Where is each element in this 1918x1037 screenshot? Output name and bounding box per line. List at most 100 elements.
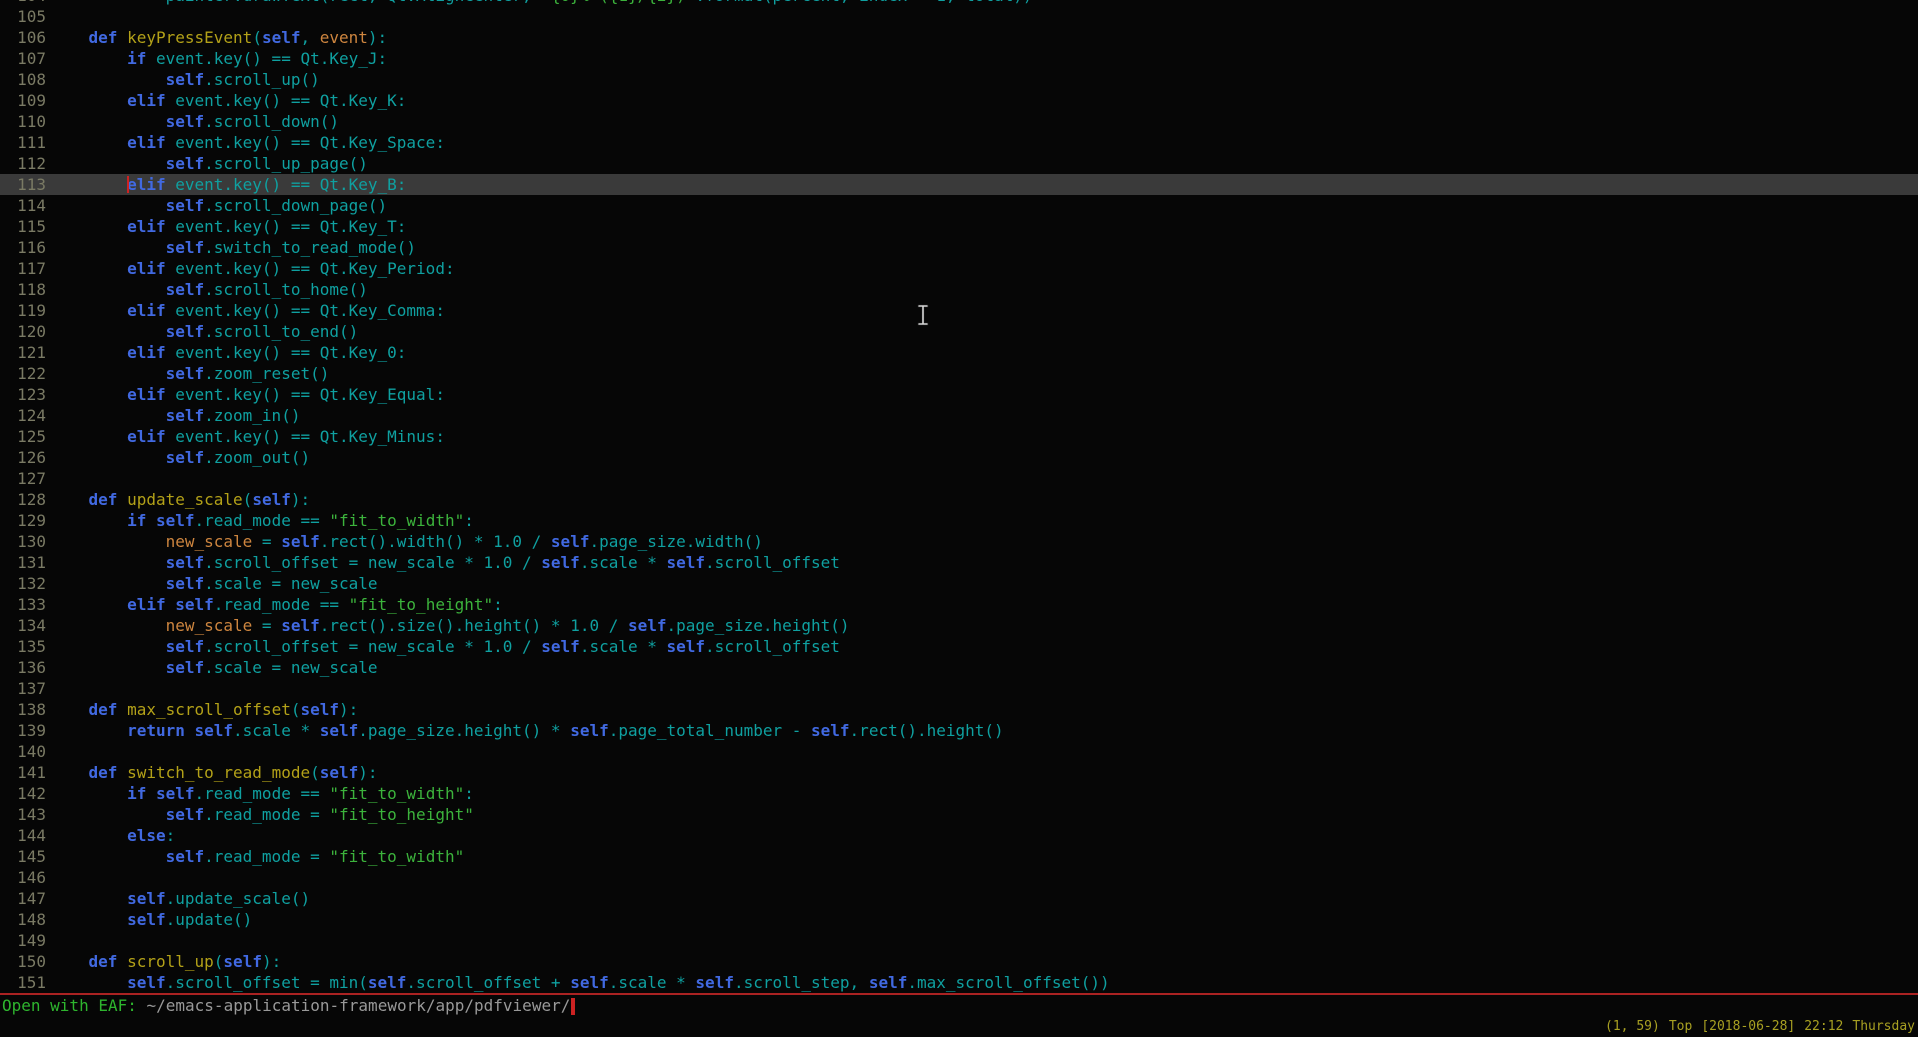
line-number: 107 xyxy=(0,48,46,69)
line-number: 151 xyxy=(0,972,46,993)
code-line[interactable]: 135 self.scroll_offset = new_scale * 1.0… xyxy=(0,636,1918,657)
code-line[interactable]: 120 self.scroll_to_end() xyxy=(0,321,1918,342)
code-text: def max_scroll_offset(self): xyxy=(46,699,358,720)
code-area[interactable]: 104 painter.drawText(rect, Qt.AlignCente… xyxy=(0,0,1918,993)
line-number: 140 xyxy=(0,741,46,762)
code-line[interactable]: 107 if event.key() == Qt.Key_J: xyxy=(0,48,1918,69)
code-text: new_scale = self.rect().width() * 1.0 / … xyxy=(46,531,763,552)
code-text: def update_scale(self): xyxy=(46,489,310,510)
code-text xyxy=(46,468,50,489)
code-line[interactable]: 114 self.scroll_down_page() xyxy=(0,195,1918,216)
line-number: 114 xyxy=(0,195,46,216)
minibuffer-input[interactable]: ~/emacs-application-framework/app/pdfvie… xyxy=(147,996,571,1015)
code-line[interactable]: 122 self.zoom_reset() xyxy=(0,363,1918,384)
code-line[interactable]: 151 self.scroll_offset = min(self.scroll… xyxy=(0,972,1918,993)
code-text xyxy=(46,678,50,699)
code-line[interactable]: 115 elif event.key() == Qt.Key_T: xyxy=(0,216,1918,237)
code-text: if self.read_mode == "fit_to_width": xyxy=(46,510,474,531)
code-text: self.zoom_out() xyxy=(46,447,310,468)
line-number: 118 xyxy=(0,279,46,300)
line-number: 120 xyxy=(0,321,46,342)
tray-buffer-position: Top xyxy=(1669,1019,1692,1034)
text-cursor xyxy=(127,176,129,193)
code-line[interactable]: 131 self.scroll_offset = new_scale * 1.0… xyxy=(0,552,1918,573)
code-line[interactable]: 127 xyxy=(0,468,1918,489)
code-line[interactable]: 146 xyxy=(0,867,1918,888)
code-line[interactable]: 132 self.scale = new_scale xyxy=(0,573,1918,594)
code-line[interactable]: 137 xyxy=(0,678,1918,699)
minibuffer-cursor xyxy=(571,998,575,1015)
line-number: 137 xyxy=(0,678,46,699)
code-line[interactable]: 128 def update_scale(self): xyxy=(0,489,1918,510)
line-number: 108 xyxy=(0,69,46,90)
code-line[interactable]: 140 xyxy=(0,741,1918,762)
code-text xyxy=(46,6,50,27)
code-line[interactable]: 123 elif event.key() == Qt.Key_Equal: xyxy=(0,384,1918,405)
minibuffer[interactable]: Open with EAF: ~/emacs-application-frame… xyxy=(0,995,1918,1017)
code-line[interactable]: 143 self.read_mode = "fit_to_height" xyxy=(0,804,1918,825)
code-text xyxy=(46,867,50,888)
code-text: elif event.key() == Qt.Key_Period: xyxy=(46,258,455,279)
tray-date: [2018-06-28] xyxy=(1701,1019,1795,1034)
code-line[interactable]: 112 self.scroll_up_page() xyxy=(0,153,1918,174)
code-text: self.scale = new_scale xyxy=(46,573,378,594)
code-text: self.scroll_down_page() xyxy=(46,195,387,216)
code-line[interactable]: 110 self.scroll_down() xyxy=(0,111,1918,132)
line-number: 122 xyxy=(0,363,46,384)
line-number: 127 xyxy=(0,468,46,489)
line-number: 112 xyxy=(0,153,46,174)
code-line[interactable]: 144 else: xyxy=(0,825,1918,846)
code-line[interactable]: 145 self.read_mode = "fit_to_width" xyxy=(0,846,1918,867)
code-line[interactable]: 111 elif event.key() == Qt.Key_Space: xyxy=(0,132,1918,153)
code-line[interactable]: 129 if self.read_mode == "fit_to_width": xyxy=(0,510,1918,531)
code-line[interactable]: 149 xyxy=(0,930,1918,951)
line-number: 125 xyxy=(0,426,46,447)
line-number: 113 xyxy=(0,174,46,195)
code-line[interactable]: 141 def switch_to_read_mode(self): xyxy=(0,762,1918,783)
code-line[interactable]: 134 new_scale = self.rect().size().heigh… xyxy=(0,615,1918,636)
code-text: self.zoom_in() xyxy=(46,405,300,426)
code-line[interactable]: 113 elif event.key() == Qt.Key_B: xyxy=(0,174,1918,195)
line-number: 149 xyxy=(0,930,46,951)
code-text: self.scroll_down() xyxy=(46,111,339,132)
code-text: self.read_mode = "fit_to_width" xyxy=(46,846,464,867)
code-line[interactable]: 118 self.scroll_to_home() xyxy=(0,279,1918,300)
emacs-screen: 104 painter.drawText(rect, Qt.AlignCente… xyxy=(0,0,1918,1037)
code-line[interactable]: 124 self.zoom_in() xyxy=(0,405,1918,426)
line-number: 128 xyxy=(0,489,46,510)
line-number: 123 xyxy=(0,384,46,405)
code-line[interactable]: 148 self.update() xyxy=(0,909,1918,930)
code-line[interactable]: 139 return self.scale * self.page_size.h… xyxy=(0,720,1918,741)
code-text: elif event.key() == Qt.Key_Space: xyxy=(46,132,445,153)
code-line[interactable]: 121 elif event.key() == Qt.Key_0: xyxy=(0,342,1918,363)
code-text: if event.key() == Qt.Key_J: xyxy=(46,48,387,69)
code-line[interactable]: 108 self.scroll_up() xyxy=(0,69,1918,90)
code-line[interactable]: 109 elif event.key() == Qt.Key_K: xyxy=(0,90,1918,111)
tray-time: 22:12 xyxy=(1804,1019,1843,1034)
code-line[interactable]: 133 elif self.read_mode == "fit_to_heigh… xyxy=(0,594,1918,615)
line-number: 139 xyxy=(0,720,46,741)
code-line[interactable]: 136 self.scale = new_scale xyxy=(0,657,1918,678)
code-text: return self.scale * self.page_size.heigh… xyxy=(46,720,1004,741)
line-number: 106 xyxy=(0,27,46,48)
code-text: self.switch_to_read_mode() xyxy=(46,237,416,258)
line-number: 115 xyxy=(0,216,46,237)
code-line[interactable]: 130 new_scale = self.rect().width() * 1.… xyxy=(0,531,1918,552)
code-line[interactable]: 116 self.switch_to_read_mode() xyxy=(0,237,1918,258)
code-line[interactable]: 117 elif event.key() == Qt.Key_Period: xyxy=(0,258,1918,279)
code-line[interactable]: 150 def scroll_up(self): xyxy=(0,951,1918,972)
code-line[interactable]: 106 def keyPressEvent(self, event): xyxy=(0,27,1918,48)
code-line[interactable]: 125 elif event.key() == Qt.Key_Minus: xyxy=(0,426,1918,447)
code-text: self.read_mode = "fit_to_height" xyxy=(46,804,474,825)
code-line[interactable]: 138 def max_scroll_offset(self): xyxy=(0,699,1918,720)
code-line[interactable]: 147 self.update_scale() xyxy=(0,888,1918,909)
code-line[interactable]: 142 if self.read_mode == "fit_to_width": xyxy=(0,783,1918,804)
code-text: self.scroll_up() xyxy=(46,69,320,90)
code-line[interactable]: 126 self.zoom_out() xyxy=(0,447,1918,468)
code-text xyxy=(46,930,50,951)
code-line[interactable]: 105 xyxy=(0,6,1918,27)
line-number: 136 xyxy=(0,657,46,678)
line-number: 132 xyxy=(0,573,46,594)
line-number: 110 xyxy=(0,111,46,132)
code-line[interactable]: 119 elif event.key() == Qt.Key_Comma: xyxy=(0,300,1918,321)
